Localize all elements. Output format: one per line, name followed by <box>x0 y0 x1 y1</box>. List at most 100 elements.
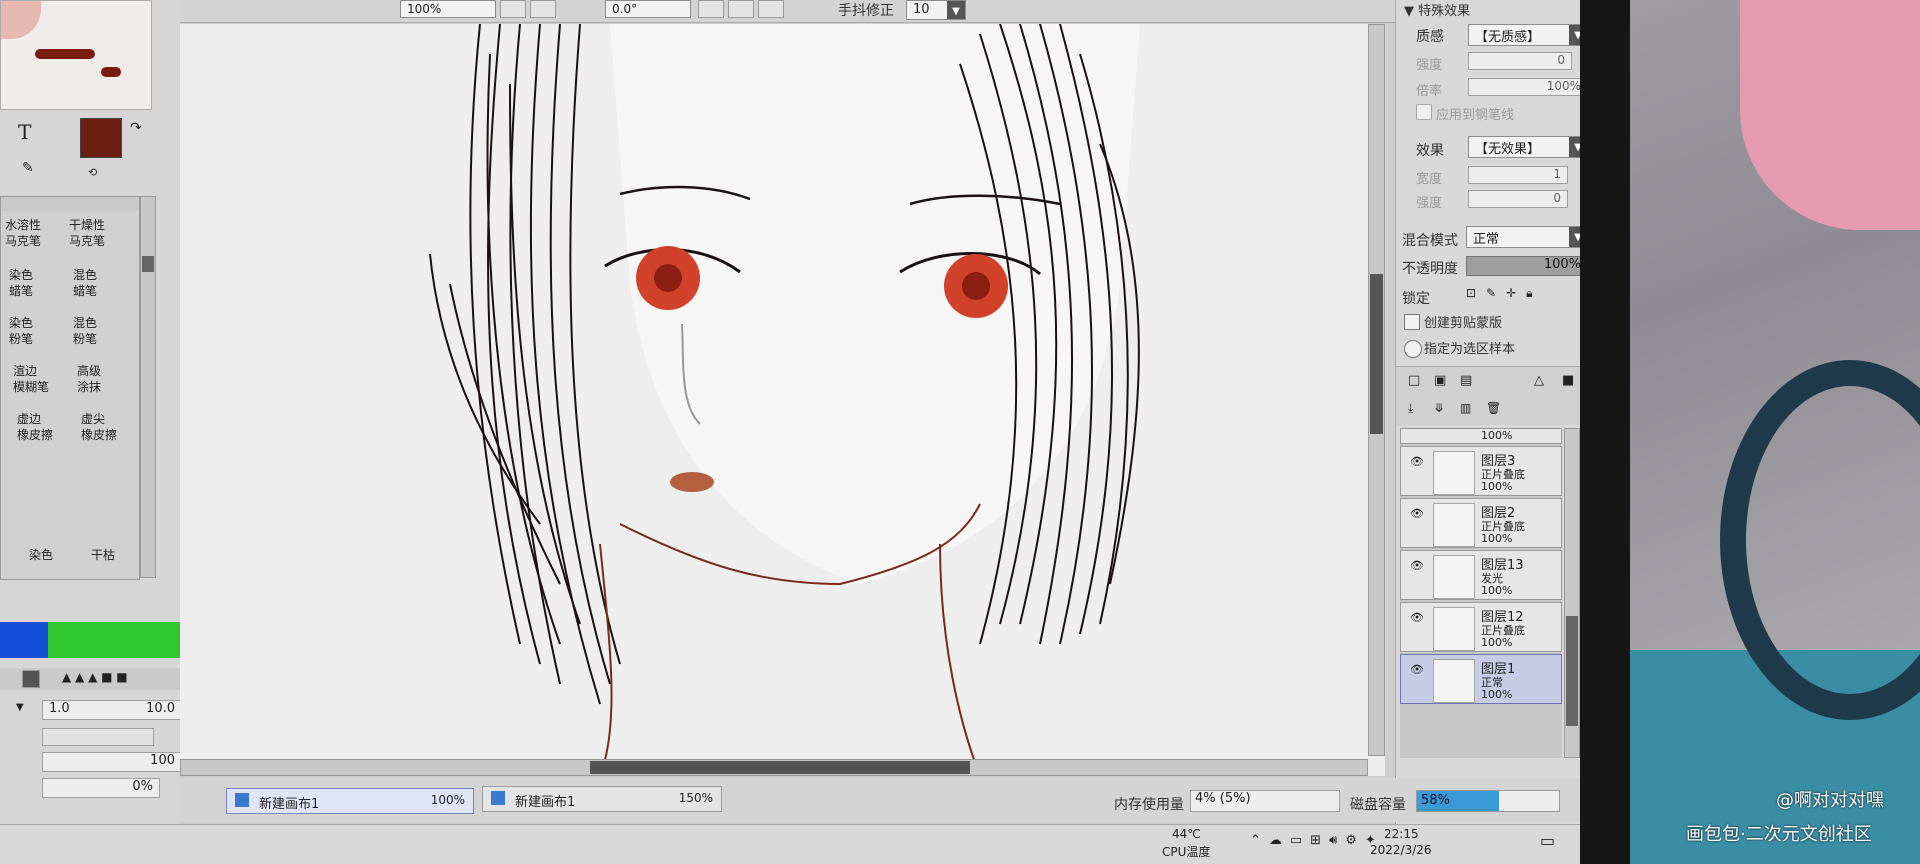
brush-label: 干燥性 马克笔 <box>69 218 106 248</box>
color-preview-area <box>0 0 152 110</box>
swap-color-icon[interactable]: ↷ <box>130 120 142 136</box>
rotate-right-button[interactable] <box>728 0 754 18</box>
notification-icon[interactable]: ▭ <box>1540 831 1555 850</box>
color-bar-blue[interactable] <box>0 622 48 658</box>
intensity-field[interactable]: 0 <box>1468 190 1568 208</box>
eye-icon[interactable]: 👁︎ <box>1409 611 1425 625</box>
effects-header[interactable]: ▼ 特殊效果 <box>1404 0 1470 19</box>
lock-icons[interactable]: ⊡✎✛🔒︎ <box>1466 286 1543 301</box>
delete-layer-icon[interactable]: 🗑︎ <box>1486 401 1501 415</box>
merge-down-icon[interactable]: ⤋ <box>1434 401 1444 415</box>
zoom-out-button[interactable] <box>500 0 526 18</box>
layer-opacity-slider[interactable]: 100% <box>1466 256 1580 276</box>
brush-tip-eraser[interactable]: 虚尖 橡皮擦 <box>81 411 117 443</box>
stabilizer-value: 10 <box>913 2 930 17</box>
scale-field[interactable]: 100% <box>1468 78 1580 96</box>
tray-icons[interactable]: ⌃☁▭⊞🔊︎⚙✦ <box>1250 833 1384 848</box>
strength-label: 强度 <box>1416 58 1443 73</box>
rotate-left-button[interactable] <box>698 0 724 18</box>
brush-mix-chalk[interactable]: 混色 粉笔 <box>73 315 97 347</box>
layer-item-partial[interactable]: 100% <box>1400 428 1562 444</box>
layer-item[interactable]: 👁︎ 图层2 正片叠底 100% <box>1400 498 1562 548</box>
texture-dropdown[interactable]: 【无质感】 ▼ <box>1468 24 1580 46</box>
copy-layer-icon[interactable]: ▤ <box>1460 373 1472 388</box>
fill-layer-icon[interactable]: △ <box>1534 373 1544 388</box>
layer-opacity: 100% <box>1481 584 1513 597</box>
layer-item-selected[interactable]: 👁︎ 图层1 正常 100% <box>1400 654 1562 704</box>
brush-dry[interactable]: 干枯 <box>91 547 115 563</box>
brush-stroke-preview-2 <box>101 67 121 77</box>
monitor-bezel <box>1580 0 1630 864</box>
flip-button[interactable] <box>758 0 784 18</box>
layer-item[interactable]: 👁︎ 图层12 正片叠底 100% <box>1400 602 1562 652</box>
mask-layer-icon[interactable]: ■ <box>1562 373 1574 388</box>
eye-icon[interactable]: 👁︎ <box>1409 559 1425 573</box>
canvas-tab[interactable]: 新建画布1 100% <box>226 788 474 814</box>
strength-field[interactable]: 0 <box>1468 52 1572 70</box>
intensity-value: 0 <box>1553 191 1561 205</box>
clear-layer-icon[interactable]: ▥ <box>1460 401 1471 415</box>
brush-dye[interactable]: 染色 <box>29 547 53 563</box>
angle-value: 0.0° <box>612 2 638 16</box>
scale-value: 100% <box>1546 79 1580 93</box>
clock-date[interactable]: 2022/3/26 <box>1370 843 1432 857</box>
brush-dye-crayon[interactable]: 染色 蜡笔 <box>9 267 33 299</box>
brush-dye-chalk[interactable]: 染色 粉笔 <box>9 315 33 347</box>
transfer-down-icon[interactable]: ⤓ <box>1408 401 1413 416</box>
selection-sample-radio[interactable] <box>1404 340 1422 358</box>
brush-label: 干枯 <box>91 548 116 562</box>
brush-grid-scrollbar[interactable] <box>140 196 156 578</box>
lock-label: 锁定 <box>1402 291 1430 307</box>
brush-watercolor-marker[interactable]: 水溶性 马克笔 <box>5 217 41 249</box>
brush-size-row: ▼ 1.0 10.0 <box>0 700 182 722</box>
texture-label: 质感 <box>1416 29 1444 45</box>
new-layer-set-icon[interactable]: ▣ <box>1434 373 1446 388</box>
brush-grid-scroll-thumb[interactable] <box>142 256 154 272</box>
canvas-viewport[interactable] <box>180 24 1385 776</box>
brush-size-field[interactable]: 1.0 10.0 <box>42 700 182 720</box>
clip-mask-checkbox[interactable] <box>1404 314 1420 330</box>
disk-capacity-bar: 58% <box>1416 790 1560 812</box>
brush-label: 染色 粉笔 <box>9 316 34 346</box>
layers-scroll-thumb[interactable] <box>1566 616 1578 726</box>
clock-time[interactable]: 22:15 <box>1384 827 1419 841</box>
width-value: 1 <box>1553 167 1561 181</box>
new-layer-icon[interactable]: □ <box>1408 373 1420 388</box>
text-tool-icon[interactable]: T <box>18 120 31 144</box>
min-size-slider[interactable] <box>42 728 154 746</box>
eye-icon[interactable]: 👁︎ <box>1409 455 1425 469</box>
effect-dropdown[interactable]: 【无效果】 ▼ <box>1468 136 1580 158</box>
eyedropper-icon[interactable]: ✎ <box>22 160 34 176</box>
brush-blur-edge[interactable]: 渲边 模糊笔 <box>13 363 49 395</box>
brush-density-field[interactable]: 100 <box>42 752 182 772</box>
zoom-in-button[interactable] <box>530 0 556 18</box>
brush-percent-field[interactable]: 0% <box>42 778 160 798</box>
reset-color-icon[interactable]: ⟲ <box>88 166 97 179</box>
cpu-temp: 44℃ <box>1172 827 1201 841</box>
eye-icon[interactable]: 👁︎ <box>1409 663 1425 677</box>
eye-icon[interactable]: 👁︎ <box>1409 507 1425 521</box>
layer-item[interactable]: 👁︎ 图层3 正片叠底 100% <box>1400 446 1562 496</box>
main-color-swatch[interactable] <box>80 118 122 158</box>
system-taskbar: 44℃ CPU温度 ⌃☁▭⊞🔊︎⚙✦ 22:15 2022/3/26 ▭ <box>0 824 1580 864</box>
brush-shape-option[interactable] <box>22 670 40 688</box>
angle-dropdown[interactable]: 0.0° <box>605 0 691 18</box>
zoom-dropdown[interactable]: 100% <box>400 0 496 18</box>
strength-value: 0 <box>1557 53 1565 67</box>
canvas-vertical-scroll-thumb[interactable] <box>1370 274 1383 434</box>
apply-to-pen-checkbox[interactable] <box>1416 104 1432 120</box>
brush-shape-triangle-icon[interactable]: ▲ ▲ ▲ ■ ■ <box>62 670 128 684</box>
brush-dry-marker[interactable]: 干燥性 马克笔 <box>69 217 105 249</box>
selection-sample-label: 指定为选区样本 <box>1424 342 1516 357</box>
brush-mix-crayon[interactable]: 混色 蜡笔 <box>73 267 97 299</box>
layer-item[interactable]: 👁︎ 图层13 发光 100% <box>1400 550 1562 600</box>
stabilizer-dropdown[interactable]: 10 ▼ <box>906 0 966 20</box>
width-field[interactable]: 1 <box>1468 166 1568 184</box>
canvas-horizontal-scroll-thumb[interactable] <box>590 761 970 774</box>
brush-soft-eraser[interactable]: 虚边 橡皮擦 <box>17 411 53 443</box>
blend-mode-dropdown[interactable]: 正常 ▼ <box>1466 226 1580 248</box>
canvas-tab[interactable]: 新建画布1 150% <box>482 786 722 812</box>
brush-advanced-smudge[interactable]: 高级 涂抹 <box>77 363 101 395</box>
layer-toolbar: □ ▣ ▤ △ ■ ⤓ ⤋ ▥ 🗑︎ <box>1396 366 1580 425</box>
color-bar-green[interactable] <box>48 622 182 658</box>
